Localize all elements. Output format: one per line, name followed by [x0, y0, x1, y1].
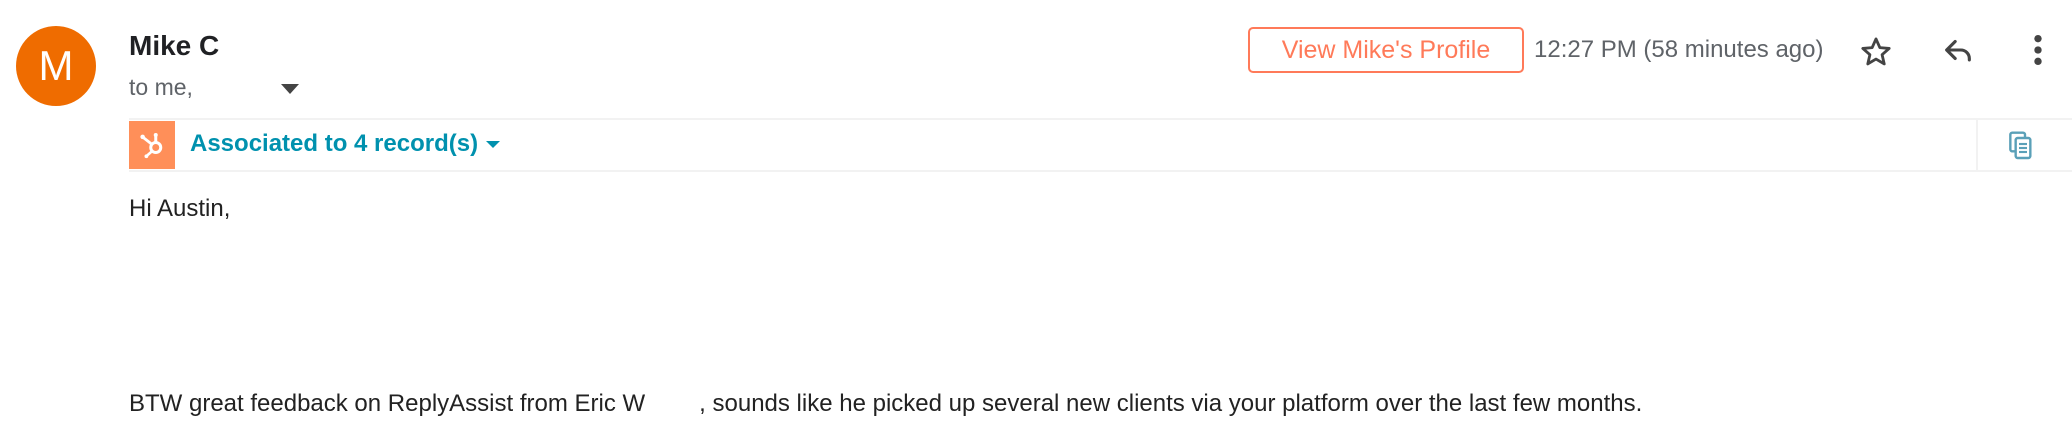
body-text-part1: BTW great feedback on ReplyAssist from E…	[129, 390, 646, 417]
email-greeting: Hi Austin,	[129, 195, 231, 222]
recipients-row: to me,	[129, 74, 299, 101]
hubspot-logo-icon[interactable]	[129, 121, 175, 169]
star-icon[interactable]	[1854, 30, 1898, 74]
copy-icon[interactable]	[2004, 128, 2038, 164]
divider	[1976, 118, 1978, 172]
associated-records-dropdown[interactable]: Associated to 4 record(s)	[190, 130, 501, 158]
chevron-down-icon	[486, 140, 501, 148]
email-body-line: BTW great feedback on ReplyAssist from E…	[129, 390, 1642, 418]
recipients-label: to me,	[129, 74, 193, 100]
reply-icon[interactable]	[1936, 28, 1980, 72]
show-details-dropdown-icon[interactable]	[280, 83, 299, 94]
more-vert-icon[interactable]	[2018, 28, 2058, 72]
view-profile-button[interactable]: View Mike's Profile	[1248, 27, 1524, 73]
sender-name[interactable]: Mike C	[129, 30, 219, 62]
body-text-part2: , sounds like he picked up several new c…	[699, 390, 1643, 417]
associated-records-label: Associated to 4 record(s)	[190, 130, 479, 157]
timestamp: 12:27 PM (58 minutes ago)	[1534, 36, 1824, 63]
avatar[interactable]: M	[16, 26, 96, 106]
